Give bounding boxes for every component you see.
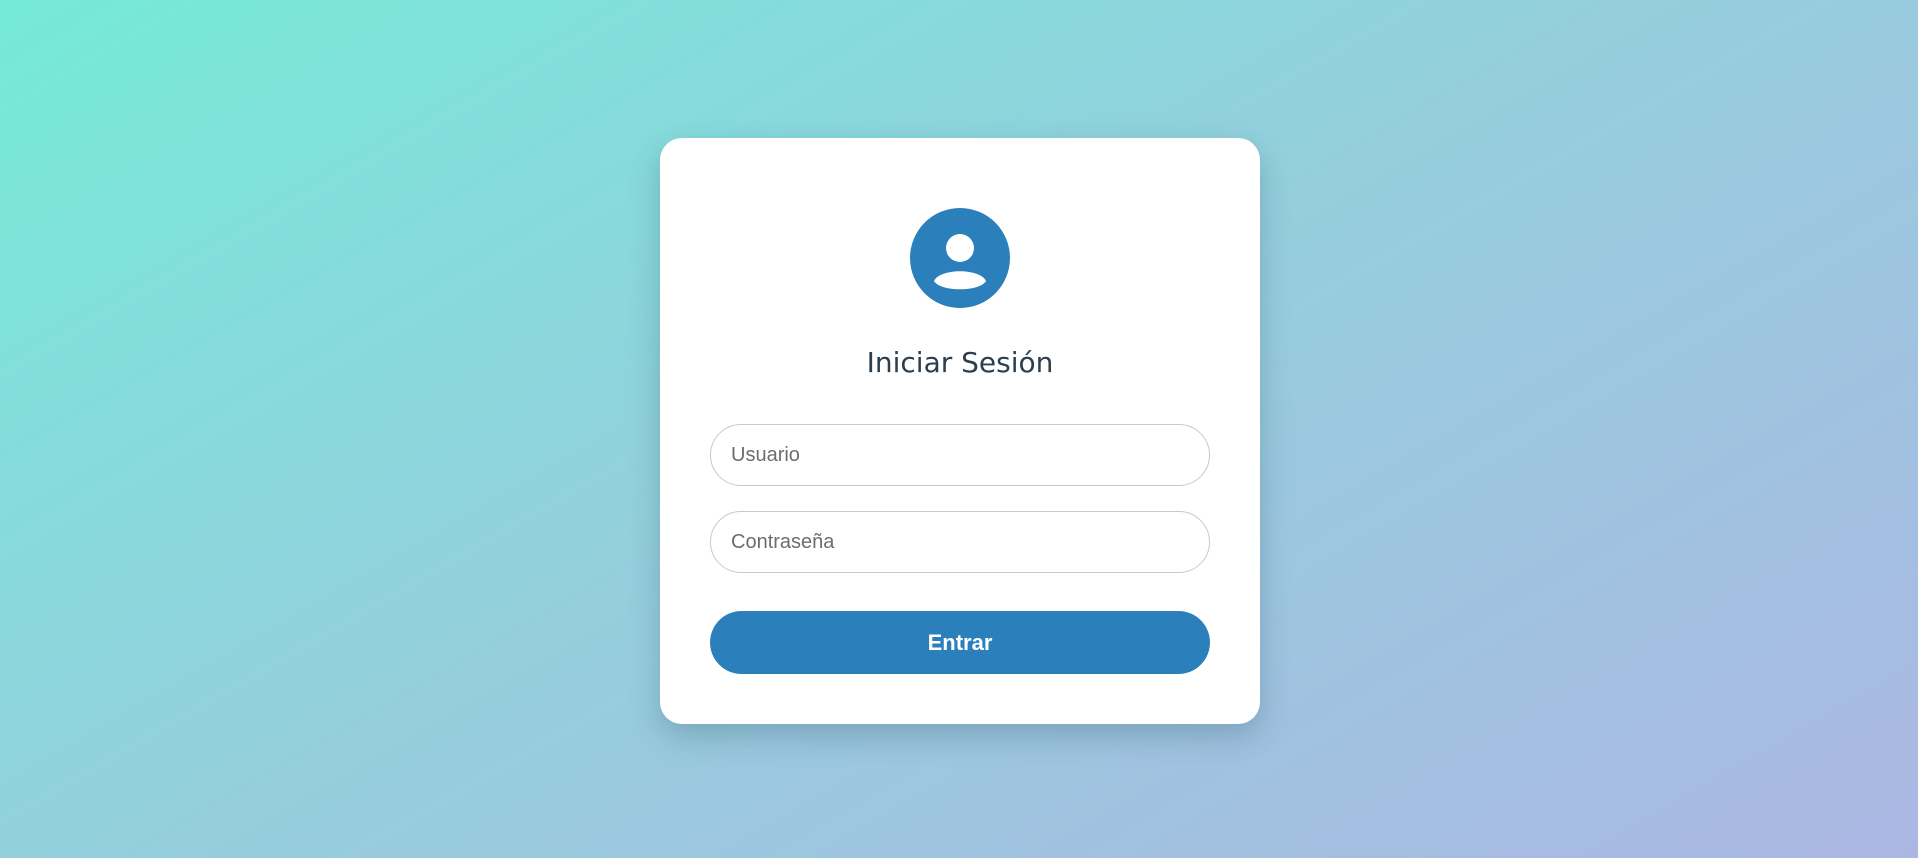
user-silhouette-icon: [934, 234, 986, 290]
login-submit-button[interactable]: Entrar: [710, 611, 1210, 674]
password-input[interactable]: [710, 511, 1210, 573]
user-avatar-icon: [910, 208, 1010, 308]
login-title: Iniciar Sesión: [866, 346, 1054, 379]
login-card: Iniciar Sesión Entrar: [660, 138, 1260, 724]
username-input[interactable]: [710, 424, 1210, 486]
